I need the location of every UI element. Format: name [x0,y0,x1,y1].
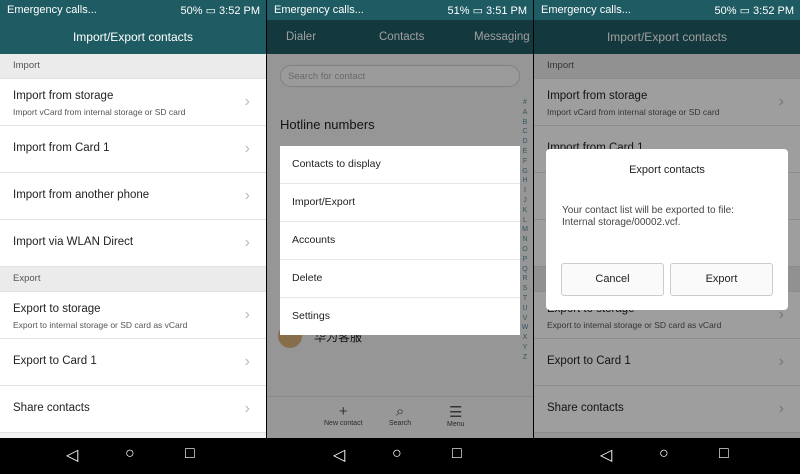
chevron-right-icon: › [244,400,250,417]
system-nav-bar: ◁ ○ □ [267,438,533,474]
page-title: Import/Export contacts [0,20,266,54]
cancel-button[interactable]: Cancel [561,263,664,296]
chevron-right-icon: › [244,140,250,157]
screen-import-export: Emergency calls... 50% ▭ 3:52 PM Import/… [0,0,266,438]
status-left: Emergency calls... [7,4,97,16]
home-icon[interactable]: ○ [392,445,402,463]
status-bar: Emergency calls... 50% ▭ 3:52 PM [534,0,800,20]
import-from-card-item[interactable]: Import from Card 1 › [0,126,266,173]
export-to-storage-item[interactable]: Export to storage Export to internal sto… [0,292,266,339]
chevron-right-icon: › [244,234,250,251]
menu-item-contacts-to-display[interactable]: Contacts to display [280,146,520,184]
status-bar: Emergency calls... 50% ▭ 3:52 PM [0,0,266,20]
export-section-header: Export [0,267,266,292]
import-from-storage-item[interactable]: Import from storage Import vCard from in… [0,79,266,126]
dialog-message-line2: Internal storage/00002.vcf. [562,217,681,228]
status-bar: Emergency calls... 51% ▭ 3:51 PM [267,0,533,20]
status-left: Emergency calls... [274,4,364,16]
menu-item-delete[interactable]: Delete [280,260,520,298]
item-title: Export to storage [13,303,101,315]
chevron-right-icon: › [244,306,250,323]
item-title: Import from Card 1 [13,142,110,154]
item-subtitle: Export to internal storage or SD card as… [13,320,188,330]
back-icon[interactable]: ◁ [333,445,345,465]
import-section-header: Import [0,54,266,79]
menu-item-settings[interactable]: Settings [280,298,520,335]
item-subtitle: Import vCard from internal storage or SD… [13,107,186,117]
recents-icon[interactable]: □ [719,445,729,463]
chevron-right-icon: › [244,187,250,204]
import-via-wlan-item[interactable]: Import via WLAN Direct › [0,220,266,267]
share-contacts-item[interactable]: Share contacts › [0,386,266,433]
menu-item-import-export[interactable]: Import/Export [280,184,520,222]
dialog-message: Your contact list will be exported to fi… [562,205,734,229]
system-nav-bar: ◁ ○ □ [534,438,800,474]
item-title: Import from another phone [13,189,150,201]
status-right: 51% ▭ 3:51 PM [447,5,528,17]
dialog-title: Export contacts [629,164,705,176]
recents-icon[interactable]: □ [185,445,195,463]
import-export-list: Import Import from storage Import vCard … [0,54,266,433]
recents-icon[interactable]: □ [452,445,462,463]
item-title: Share contacts [13,402,90,414]
screen-export-dialog: Emergency calls... 50% ▭ 3:52 PM Import/… [534,0,800,438]
chevron-right-icon: › [244,353,250,370]
export-contacts-dialog: Export contacts Your contact list will b… [546,149,788,310]
item-title: Import from storage [13,90,114,102]
system-nav-bar: ◁ ○ □ [0,438,266,474]
status-left: Emergency calls... [541,4,631,16]
export-to-card-item[interactable]: Export to Card 1 › [0,339,266,386]
back-icon[interactable]: ◁ [600,445,612,465]
status-right: 50% ▭ 3:52 PM [180,5,261,17]
export-button[interactable]: Export [670,263,773,296]
home-icon[interactable]: ○ [125,445,135,463]
dialog-message-line1: Your contact list will be exported to fi… [562,205,734,216]
import-from-phone-item[interactable]: Import from another phone › [0,173,266,220]
status-right: 50% ▭ 3:52 PM [714,5,795,17]
chevron-right-icon: › [244,93,250,110]
screen-contacts-menu: Emergency calls... 51% ▭ 3:51 PM Dialer … [267,0,533,438]
back-icon[interactable]: ◁ [66,445,78,465]
home-icon[interactable]: ○ [659,445,669,463]
item-title: Export to Card 1 [13,355,97,367]
item-title: Import via WLAN Direct [13,236,134,248]
menu-item-accounts[interactable]: Accounts [280,222,520,260]
options-menu: Contacts to display Import/Export Accoun… [280,146,520,335]
